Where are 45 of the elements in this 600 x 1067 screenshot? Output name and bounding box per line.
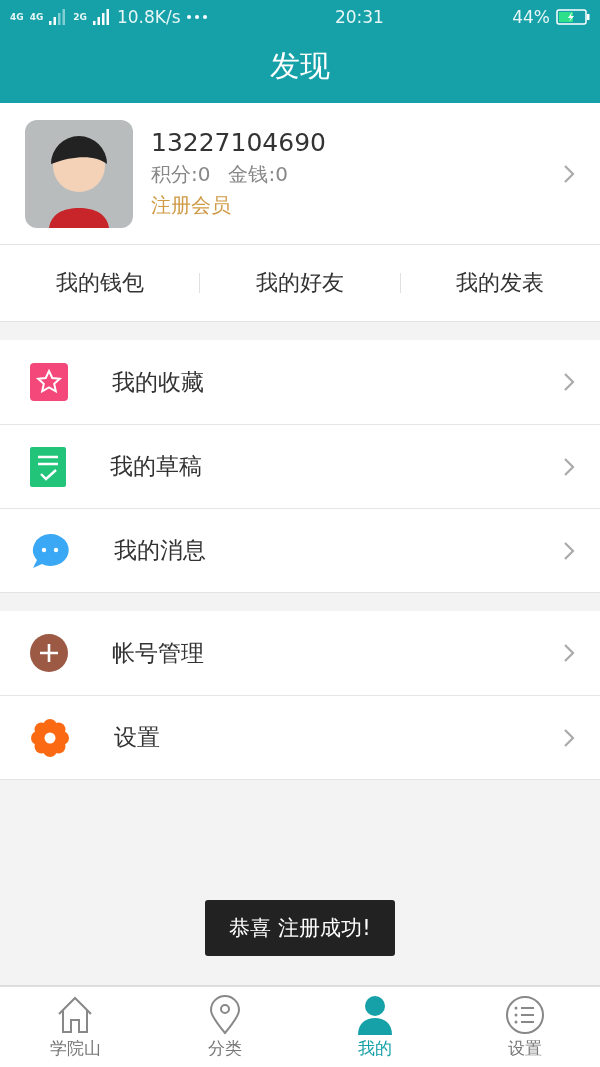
menu-label: 我的消息 — [114, 536, 207, 565]
menu-label: 我的草稿 — [110, 452, 203, 481]
menu-label: 设置 — [114, 723, 161, 752]
chevron-icon — [563, 163, 575, 184]
network-type: 4G — [10, 11, 24, 22]
menu-row[interactable]: 我的收藏 — [0, 340, 600, 424]
toast-message: 恭喜 注册成功! — [205, 900, 395, 956]
signal-icon — [92, 8, 111, 25]
gear-icon — [30, 717, 70, 758]
nav-tab[interactable]: 分类 — [150, 987, 300, 1067]
user-phone: 13227104690 — [151, 128, 327, 157]
person-icon — [357, 994, 393, 1035]
menu-label: 帐号管理 — [112, 638, 205, 668]
quick-link[interactable]: 我的钱包 — [0, 273, 200, 293]
menu-row[interactable]: 设置 — [0, 695, 600, 779]
money-text: 金钱:0 — [228, 161, 288, 188]
menu-row[interactable]: 我的草稿 — [0, 424, 600, 508]
menu-row[interactable]: 帐号管理 — [0, 611, 600, 695]
battery-percent: 44% — [512, 6, 550, 27]
location-pin-icon — [209, 994, 241, 1035]
points-text: 积分:0 — [151, 161, 211, 188]
home-icon — [56, 994, 94, 1035]
clock: 20:31 — [334, 6, 384, 27]
chevron-icon — [563, 727, 575, 748]
checklist-icon — [30, 446, 66, 487]
page-title: 发现 — [269, 46, 331, 85]
list-icon — [505, 994, 545, 1035]
chat-bubble-icon — [30, 531, 70, 570]
menu-label: 我的收藏 — [112, 367, 205, 397]
nav-tab[interactable]: 学院山 — [0, 987, 150, 1067]
menu-row[interactable]: 我的消息 — [0, 508, 600, 592]
quick-link[interactable]: 我的发表 — [399, 273, 600, 293]
chevron-icon — [563, 540, 575, 561]
network-type: 4G — [29, 11, 44, 22]
battery-icon — [556, 8, 590, 25]
chevron-icon — [563, 643, 575, 663]
chevron-icon — [563, 372, 575, 392]
more-dots-icon — [186, 14, 207, 19]
signal-icon — [49, 8, 68, 25]
quick-link[interactable]: 我的好友 — [199, 273, 400, 293]
plus-circle-icon — [30, 634, 68, 672]
network-type: 2G — [73, 11, 87, 22]
chevron-icon — [563, 456, 575, 477]
nav-tab[interactable]: 设置 — [450, 987, 600, 1067]
network-speed: 10.8K/s — [116, 6, 181, 27]
